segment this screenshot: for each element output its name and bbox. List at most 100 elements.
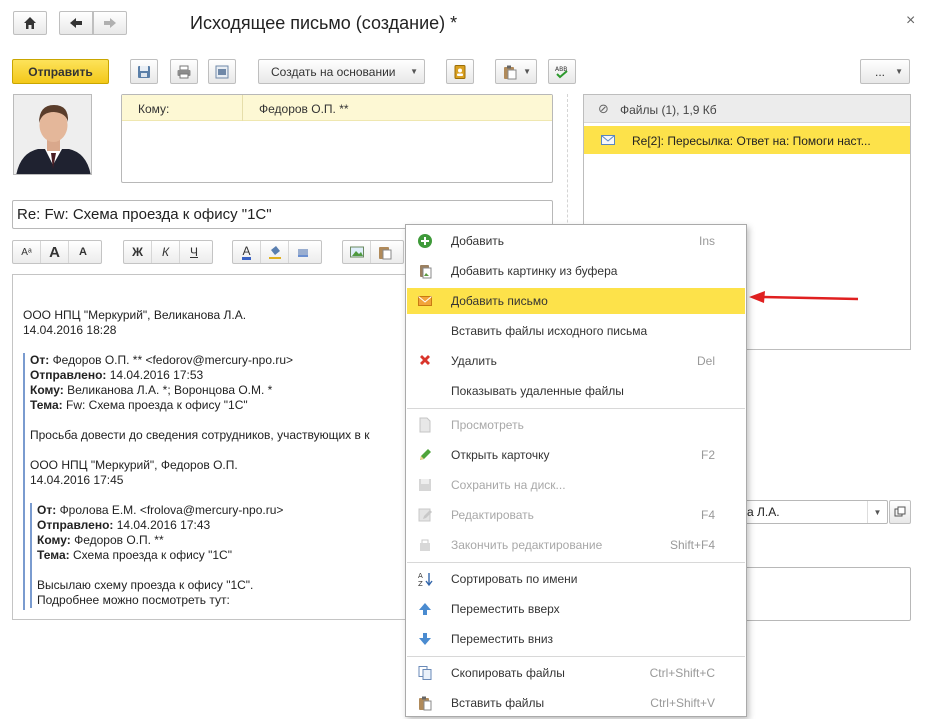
menu-open-card-label: Открыть карточку <box>451 448 550 462</box>
underline-button[interactable]: Ч <box>180 241 208 263</box>
menu-finish-edit-shortcut: Shift+F4 <box>669 538 715 552</box>
font-size-button[interactable]: Aᵃ <box>13 241 41 263</box>
quote1-sent-label: Отправлено: <box>30 368 107 382</box>
recipients-box[interactable]: Кому: Федоров О.П. ** <box>121 94 553 183</box>
fill-color-button[interactable] <box>261 241 289 263</box>
quote1-text: Просьба довести до сведения сотрудников,… <box>30 428 370 442</box>
more-label: ... <box>874 64 885 79</box>
menu-edit[interactable]: Редактировать F4 <box>407 502 745 528</box>
finish-edit-icon <box>420 539 430 551</box>
quote2-text2: Подробнее можно посмотреть тут: <box>37 593 230 607</box>
menu-copy-files[interactable]: Скопировать файлы Ctrl+Shift+C <box>407 660 745 686</box>
message-header-date: 14.04.2016 18:28 <box>23 323 117 337</box>
menu-add-letter-label: Добавить письмо <box>451 294 548 308</box>
insert-image-button[interactable] <box>343 241 371 263</box>
avatar-photo <box>14 95 91 174</box>
templates-dropdown[interactable]: ▼ <box>495 59 537 84</box>
clipboard-icon <box>504 65 517 79</box>
bold-button[interactable]: Ж <box>124 241 152 263</box>
svg-text:Z: Z <box>418 580 423 587</box>
quote1-to-value: Великанова Л.А. *; Воронцова О.М. * <box>67 383 273 397</box>
document-icon <box>419 417 431 433</box>
underline-label: Ч <box>190 245 198 259</box>
home-button[interactable] <box>13 11 47 35</box>
font-grow-button[interactable]: A <box>41 241 69 263</box>
envelope-icon <box>418 296 432 306</box>
italic-label: К <box>161 245 170 259</box>
create-based-dropdown[interactable]: Создать на основании ▼ <box>258 59 425 84</box>
italic-button[interactable]: К <box>152 241 180 263</box>
file-row[interactable]: Re[2]: Пересылка: Ответ на: Помоги наст.… <box>584 126 910 154</box>
open-responsible-button[interactable] <box>889 500 911 524</box>
print-button[interactable] <box>170 59 198 84</box>
menu-paste-files[interactable]: Вставить файлы Ctrl+Shift+V <box>407 690 745 716</box>
menu-view[interactable]: Просмотреть <box>407 412 745 438</box>
menu-paste-files-shortcut: Ctrl+Shift+V <box>650 696 715 710</box>
quote2-from-label: От: <box>37 503 57 517</box>
message-body[interactable]: ООО НПЦ "Меркурий", Великанова Л.А. 14.0… <box>12 274 406 620</box>
close-icon[interactable]: × <box>906 12 915 30</box>
menu-move-down[interactable]: Переместить вниз <box>407 626 745 652</box>
back-button[interactable] <box>59 11 93 35</box>
menu-move-down-label: Переместить вниз <box>451 632 554 646</box>
menu-show-deleted-label: Показывать удаленные файлы <box>451 384 624 398</box>
paste-files-icon <box>419 696 432 711</box>
chevron-down-icon[interactable]: ▼ <box>867 501 887 523</box>
clear-format-button[interactable] <box>289 241 317 263</box>
menu-edit-shortcut: F4 <box>700 508 715 522</box>
menu-open-card[interactable]: Открыть карточку F2 <box>407 442 745 468</box>
quote2-to-label: Кому: <box>37 533 71 547</box>
copy-files-icon <box>418 666 432 680</box>
font-color-button[interactable]: A <box>233 241 261 263</box>
clipboard-image-icon <box>420 265 432 279</box>
create-based-label: Создать на основании <box>271 64 396 79</box>
menu-delete-label: Удалить <box>451 354 497 368</box>
file-name: Re[2]: Пересылка: Ответ на: Помоги наст.… <box>632 134 871 148</box>
paperclip-icon: ⊘ <box>598 101 609 116</box>
menu-finish-edit[interactable]: Закончить редактирование Shift+F4 <box>407 532 745 558</box>
quote1-to-label: Кому: <box>30 383 64 397</box>
menu-sort-by-name[interactable]: AZ Сортировать по имени <box>407 566 745 592</box>
save-button[interactable] <box>130 59 158 84</box>
menu-add-image-label: Добавить картинку из буфера <box>451 264 618 278</box>
spellcheck-button[interactable]: ABB <box>548 59 576 84</box>
menu-edit-label: Редактировать <box>451 508 534 522</box>
envelope-icon <box>601 135 615 145</box>
menu-add-letter[interactable]: Добавить письмо <box>407 288 745 314</box>
send-button[interactable]: Отправить <box>12 59 109 84</box>
subject-text: Re: Fw: Схема проезда к офису "1С" <box>17 206 272 223</box>
bold-label: Ж <box>132 245 143 259</box>
chevron-down-icon: ▼ <box>523 67 531 76</box>
more-dropdown[interactable]: ... ▼ <box>860 59 910 84</box>
recipient-row[interactable]: Кому: Федоров О.П. ** <box>122 95 552 121</box>
quote2-text: Высылаю схему проезда к офису "1С". <box>37 578 254 592</box>
menu-add-image-from-clipboard[interactable]: Добавить картинку из буфера <box>407 258 745 284</box>
menu-paste-files-label: Вставить файлы <box>451 696 545 710</box>
menu-delete[interactable]: Удалить Del <box>407 348 745 374</box>
responsible-value: а Л.А. <box>747 505 780 519</box>
forward-button[interactable] <box>93 11 127 35</box>
menu-show-deleted[interactable]: Показывать удаленные файлы <box>407 378 745 404</box>
insert-special-button[interactable] <box>371 241 399 263</box>
address-book-icon <box>454 64 466 79</box>
font-size-group: Aᵃ A A <box>12 240 102 264</box>
font-shrink-button[interactable]: A <box>69 241 97 263</box>
recipient-col-divider <box>242 95 243 121</box>
menu-insert-source-files[interactable]: Вставить файлы исходного письма <box>407 318 745 344</box>
menu-add[interactable]: Добавить Ins <box>407 228 745 254</box>
printer-icon <box>177 65 191 78</box>
clipboard-icon <box>379 247 392 260</box>
plus-circle-icon <box>418 234 432 248</box>
print-preview-button[interactable] <box>208 59 236 84</box>
menu-move-up[interactable]: Переместить вверх <box>407 596 745 622</box>
quote1-sent: Отправлено: 14.04.2016 17:53 <box>30 368 369 383</box>
open-window-icon <box>894 506 906 517</box>
quote1-date: 14.04.2016 17:45 <box>30 473 124 487</box>
quote1-from-label: От: <box>30 353 50 367</box>
menu-insert-source-label: Вставить файлы исходного письма <box>451 324 648 338</box>
menu-save-to-disk[interactable]: Сохранить на диск... <box>407 472 745 498</box>
menu-delete-shortcut: Del <box>696 354 715 368</box>
quote1-org: ООО НПЦ "Меркурий", Федоров О.П. <box>30 458 238 472</box>
contacts-button[interactable] <box>446 59 474 84</box>
font-size-label: Aᵃ <box>21 246 32 258</box>
